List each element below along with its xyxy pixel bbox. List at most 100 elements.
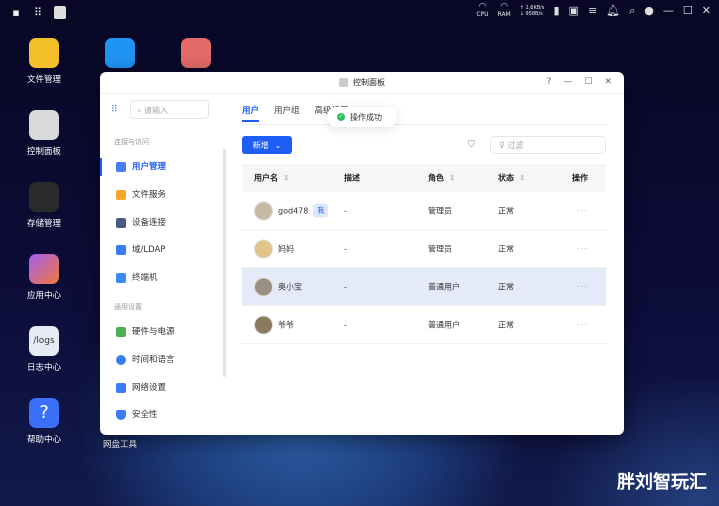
cpu-gauge[interactable]: ◠ CPU [476, 2, 489, 19]
sidebar-item-ldap[interactable]: 域/LDAP [116, 244, 165, 256]
window-title: 控制面板 [353, 78, 385, 87]
header-status[interactable]: 状态 ⇕ [498, 173, 526, 184]
role: 普通用户 [428, 282, 460, 291]
description: - [344, 282, 347, 291]
status: 正常 [498, 206, 514, 215]
sidebar-item-file-services[interactable]: 文件服务 [116, 189, 166, 201]
avatar [254, 201, 273, 220]
desktop-label-netdisk[interactable]: 网盘工具 [90, 438, 150, 450]
user-icon[interactable]: ● [644, 4, 654, 17]
username: 爷爷 [278, 320, 294, 329]
desktop-icon-help[interactable]: ? 帮助中心 [14, 398, 74, 445]
help-button[interactable]: ? [547, 77, 552, 87]
main-panel: 用户 用户组 高级设置 ✓操作成功 新增⌄ ⛉ ⊽ 过滤 用户名⇕ 描述 角色⇕… [242, 94, 606, 435]
sidebar-item-terminal[interactable]: 终端机 [116, 272, 158, 284]
maximize-button[interactable]: ☐ [584, 77, 592, 87]
desktop-icon-app-center[interactable]: 应用中心 [14, 254, 74, 301]
search-icon[interactable]: ⌕ [629, 4, 635, 18]
filter-icon: ⊽ [499, 141, 505, 150]
active-indicator [100, 158, 102, 176]
description: - [344, 320, 347, 329]
window-titlebar[interactable]: 控制面板 ? — ☐ ✕ [100, 72, 624, 94]
sidebar-item-security[interactable]: 安全性 [116, 409, 158, 421]
control-panel-window: 控制面板 ? — ☐ ✕ ⠿ ⌕ 请输入 连接与访问 用户管理 文件服务 设备连… [100, 72, 624, 435]
minimize-button[interactable]: — [563, 77, 572, 87]
folder-icon [116, 190, 126, 200]
desktop-icon-log-center[interactable]: /logs 日志中心 [14, 326, 74, 373]
tab-user-groups[interactable]: 用户组 [274, 104, 300, 122]
more-actions-button[interactable]: ··· [577, 206, 588, 215]
desktop-icon-control-panel[interactable]: 控制面板 [14, 110, 74, 157]
role: 普通用户 [428, 320, 460, 329]
globe-icon [116, 355, 126, 365]
watermark: 胖刘智玩汇 [617, 472, 707, 493]
check-icon: ✓ [337, 113, 345, 121]
header-description: 描述 [344, 173, 360, 183]
close-button[interactable]: ✕ [604, 77, 612, 87]
desktop-icon-file-manager[interactable]: 文件管理 [14, 38, 74, 85]
username: god478 [278, 206, 309, 215]
more-actions-button[interactable]: ··· [577, 282, 588, 291]
avatar [254, 315, 273, 334]
success-toast: ✓ 操作成功 [327, 107, 397, 127]
more-actions-button[interactable]: ··· [577, 244, 588, 253]
shield-icon[interactable]: ⛉ [468, 140, 475, 150]
monitor-icon[interactable]: ▣ [569, 4, 579, 17]
desktop-icon-video[interactable] [166, 38, 226, 73]
tab-users[interactable]: 用户 [242, 104, 260, 122]
role: 管理员 [428, 244, 452, 253]
close-icon[interactable]: ✕ [702, 4, 711, 17]
section-title: 通用设置 [114, 303, 142, 311]
desktop-icon-netdisk[interactable] [90, 38, 150, 73]
cpu-gauge-icon: ◠ [478, 2, 487, 12]
header-username[interactable]: 用户名 ⇕ [254, 173, 290, 184]
control-panel-taskbar-icon[interactable] [54, 5, 66, 19]
add-button[interactable]: 新增 ⌄ [242, 136, 292, 154]
sidebar-item-hardware-power[interactable]: 硬件与电源 [116, 326, 175, 338]
user-icon [116, 162, 126, 172]
avatar [254, 239, 273, 258]
table-row[interactable]: 妈妈 - 管理员 正常 ··· [242, 230, 606, 268]
section-title: 连接与访问 [114, 138, 149, 146]
network-icon [116, 383, 126, 393]
maximize-icon[interactable]: ☐ [683, 4, 693, 17]
grid-menu-icon[interactable]: ⠿ [111, 105, 118, 115]
sidebar-item-device-connection[interactable]: 设备连接 [116, 217, 166, 229]
top-bar: ▪ ⠿ ◠ CPU ◠ RAM ↑ 1.6KB/s ↓ 958B/s ▮ ▣ ≡ 🔔︎… [0, 0, 719, 24]
username: 妈妈 [278, 244, 294, 253]
ram-label: RAM [497, 11, 511, 18]
shield-icon [116, 410, 126, 420]
table-row[interactable]: god478 我 - 管理员 正常 ··· [242, 192, 606, 230]
more-actions-button[interactable]: ··· [577, 320, 588, 329]
battery-icon [116, 327, 126, 337]
server-icon[interactable]: ≡ [588, 4, 597, 17]
header-actions: 操作 [572, 173, 588, 183]
table-row[interactable]: 爷爷 - 普通用户 正常 ··· [242, 306, 606, 344]
app-grid-icon[interactable]: ⠿ [32, 7, 44, 18]
bell-icon[interactable]: 🔔︎ [606, 4, 620, 17]
cpu-label: CPU [476, 11, 489, 18]
me-badge: 我 [313, 203, 329, 218]
status: 正常 [498, 320, 514, 329]
description: - [344, 244, 347, 253]
sidebar-scrollbar[interactable] [223, 149, 226, 377]
sidebar-item-user-management[interactable]: 用户管理 [116, 161, 166, 173]
terminal-icon [116, 273, 126, 283]
ram-gauge[interactable]: ◠ RAM [497, 3, 511, 19]
avatar [254, 277, 273, 296]
table-row[interactable]: 奥小宝 - 普通用户 正常 ··· [242, 268, 606, 306]
role: 管理员 [428, 206, 452, 215]
table-header: 用户名 ⇕ 描述 角色 ⇕ 状态 ⇕ 操作 [242, 164, 606, 192]
desktop-icon-storage[interactable]: 存储管理 [14, 182, 74, 229]
book-icon[interactable]: ▮ [553, 4, 559, 17]
minimize-icon[interactable]: — [663, 4, 674, 17]
status: 正常 [498, 244, 514, 253]
sidebar-item-network[interactable]: 网络设置 [116, 382, 166, 394]
sidebar-search-input[interactable]: ⌕ 请输入 [130, 100, 209, 119]
header-role[interactable]: 角色 ⇕ [428, 173, 456, 184]
show-desktop-icon[interactable]: ▪ [10, 7, 22, 18]
network-speed: ↑ 1.6KB/s ↓ 958B/s [519, 4, 545, 17]
filter-input[interactable]: ⊽ 过滤 [490, 136, 606, 154]
sidebar-item-time-language[interactable]: 时间和语言 [116, 354, 175, 366]
control-panel-icon [339, 78, 348, 87]
